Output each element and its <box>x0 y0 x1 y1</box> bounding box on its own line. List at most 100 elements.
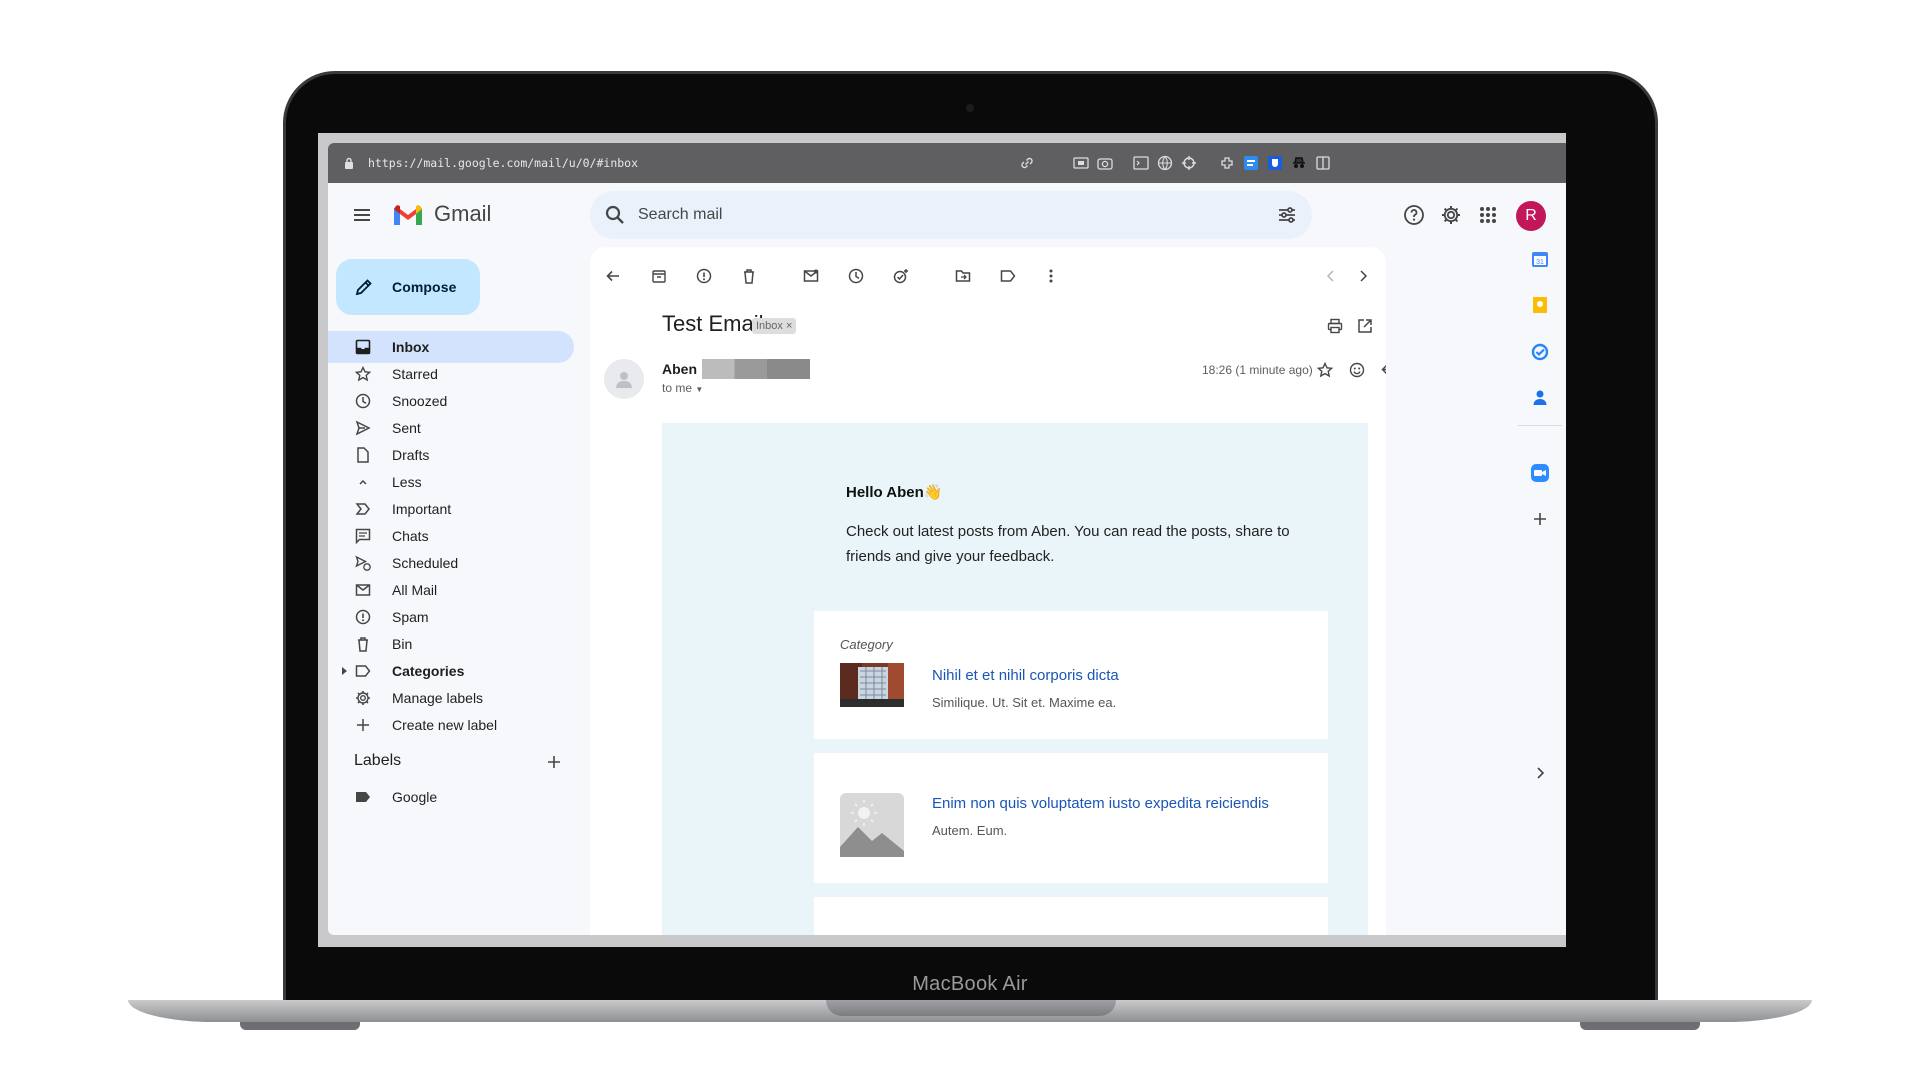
post-title-link[interactable]: Enim non quis voluptatem iusto expedita … <box>932 795 1269 812</box>
snooze-icon[interactable] <box>847 267 865 285</box>
nav-label: All Mail <box>392 582 438 598</box>
reply-icon[interactable] <box>1380 361 1386 379</box>
side-panel-divider <box>1518 425 1562 426</box>
nav-label: Drafts <box>392 447 430 463</box>
add-label-icon[interactable] <box>546 754 562 770</box>
delete-icon[interactable] <box>740 267 758 285</box>
more-vertical-icon[interactable] <box>1042 267 1060 285</box>
archive-icon[interactable] <box>650 267 668 285</box>
laptop-foot-left <box>240 1022 360 1030</box>
move-to-icon[interactable] <box>954 267 972 285</box>
label-icon <box>355 663 371 679</box>
zoom-icon[interactable] <box>1530 463 1550 483</box>
apps-grid-icon[interactable] <box>1477 204 1499 226</box>
nav-label: Inbox <box>392 339 430 355</box>
post-thumbnail-photo[interactable] <box>840 663 904 707</box>
report-spam-icon[interactable] <box>695 267 713 285</box>
nav-label: Important <box>392 501 452 517</box>
calendar-icon[interactable]: 31 <box>1530 249 1550 269</box>
settings-gear-icon[interactable] <box>1440 204 1462 226</box>
search-options-icon[interactable] <box>1276 204 1298 231</box>
newer-chevron-icon[interactable] <box>1322 267 1340 285</box>
recipient-label: to me <box>662 381 693 395</box>
labels-icon[interactable] <box>999 267 1017 285</box>
globe-icon[interactable] <box>1156 154 1174 172</box>
nav-label: Snoozed <box>392 393 448 409</box>
crosshair-icon[interactable] <box>1180 154 1198 172</box>
back-arrow-icon[interactable] <box>604 267 622 285</box>
nav-label: Google <box>392 789 438 805</box>
email-subject: Test Email <box>662 311 764 336</box>
inbox-label-chip[interactable]: Inbox × <box>752 318 797 334</box>
laptop-foot-right <box>1580 1022 1700 1030</box>
chat-icon <box>355 528 371 544</box>
nav-label: Categories <box>392 663 465 679</box>
bitwarden-icon[interactable] <box>1266 154 1284 172</box>
svg-text:31: 31 <box>1536 259 1544 266</box>
post-title-link[interactable]: Nihil et et nihil corporis dicta <box>932 667 1119 684</box>
label-filled-icon <box>355 789 371 805</box>
nav-label: Less <box>392 474 422 490</box>
search-icon[interactable] <box>604 204 626 231</box>
post-card: Enim non quis voluptatem iusto expedita … <box>814 753 1328 883</box>
recipient-details[interactable]: to me ▼ <box>662 381 703 395</box>
waving-hand-icon: 👋 <box>923 484 943 501</box>
expand-side-panel-icon[interactable] <box>1530 763 1550 783</box>
nav-label: Scheduled <box>392 555 459 571</box>
nav-item-create-label[interactable]: Create new label <box>328 709 574 741</box>
nav-label: Manage labels <box>392 690 484 706</box>
nav-label: Bin <box>392 636 413 652</box>
link-icon[interactable] <box>1018 154 1036 172</box>
post-image-placeholder-icon[interactable] <box>840 793 904 857</box>
emoji-react-icon[interactable] <box>1348 361 1366 379</box>
mark-unread-icon[interactable] <box>802 267 820 285</box>
email-body: Hello Aben👋 Check out latest posts from … <box>662 423 1368 935</box>
older-chevron-icon[interactable] <box>1354 267 1372 285</box>
camera-icon[interactable] <box>1096 154 1114 172</box>
browser-window: https://mail.google.com/mail/u/0/#inbox … <box>328 143 1566 935</box>
add-addon-icon[interactable] <box>1530 509 1550 529</box>
laptop-screen: https://mail.google.com/mail/u/0/#inbox … <box>318 133 1566 947</box>
add-task-icon[interactable] <box>892 267 910 285</box>
sender-name[interactable]: Aben <box>662 361 697 377</box>
compose-button[interactable]: Compose <box>336 259 480 315</box>
open-new-window-icon[interactable] <box>1356 317 1374 335</box>
nav-label: Spam <box>392 609 429 625</box>
gear-icon <box>355 690 371 706</box>
post-category: Category <box>840 637 893 652</box>
gmail-logo[interactable] <box>392 203 424 227</box>
labels-heading: Labels <box>354 752 402 769</box>
help-icon[interactable] <box>1403 204 1425 226</box>
terminal-icon[interactable] <box>1132 154 1150 172</box>
tasks-icon[interactable] <box>1530 342 1550 362</box>
expand-arrow-icon[interactable] <box>342 667 347 675</box>
pencil-icon <box>354 277 374 297</box>
nav-label: Starred <box>392 366 438 382</box>
keep-icon[interactable] <box>1530 295 1550 315</box>
laptop-camera <box>966 104 974 112</box>
important-icon <box>355 501 371 517</box>
extension-icon[interactable] <box>1218 154 1236 172</box>
star-icon[interactable] <box>1316 361 1334 379</box>
post-card: Category Nihil et et nihil corporis dict… <box>814 611 1328 739</box>
url-text[interactable]: https://mail.google.com/mail/u/0/#inbox <box>368 156 638 170</box>
search-box[interactable] <box>590 191 1312 239</box>
laptop-brand-label: MacBook Air <box>912 973 1028 995</box>
sidebar-toggle-icon[interactable] <box>1314 154 1332 172</box>
account-avatar[interactable]: R <box>1516 201 1546 231</box>
browser-url-bar[interactable]: https://mail.google.com/mail/u/0/#inbox <box>328 143 1566 183</box>
sender-avatar[interactable] <box>604 359 644 399</box>
nav-label: Create new label <box>392 717 498 733</box>
email-intro-text: Check out latest posts from Aben. You ca… <box>846 523 1290 565</box>
print-icon[interactable] <box>1326 317 1344 335</box>
search-input[interactable] <box>638 191 1238 239</box>
spy-extension-icon[interactable] <box>1290 154 1308 172</box>
clock-icon <box>355 393 371 409</box>
redacted-sender-email <box>702 359 810 379</box>
contacts-icon[interactable] <box>1530 388 1550 408</box>
main-menu-icon[interactable] <box>352 205 372 225</box>
label-item-google[interactable]: Google <box>328 781 574 813</box>
chevron-up-icon <box>355 474 371 490</box>
screenshot-icon[interactable] <box>1072 154 1090 172</box>
extension-blue-icon[interactable] <box>1242 154 1260 172</box>
